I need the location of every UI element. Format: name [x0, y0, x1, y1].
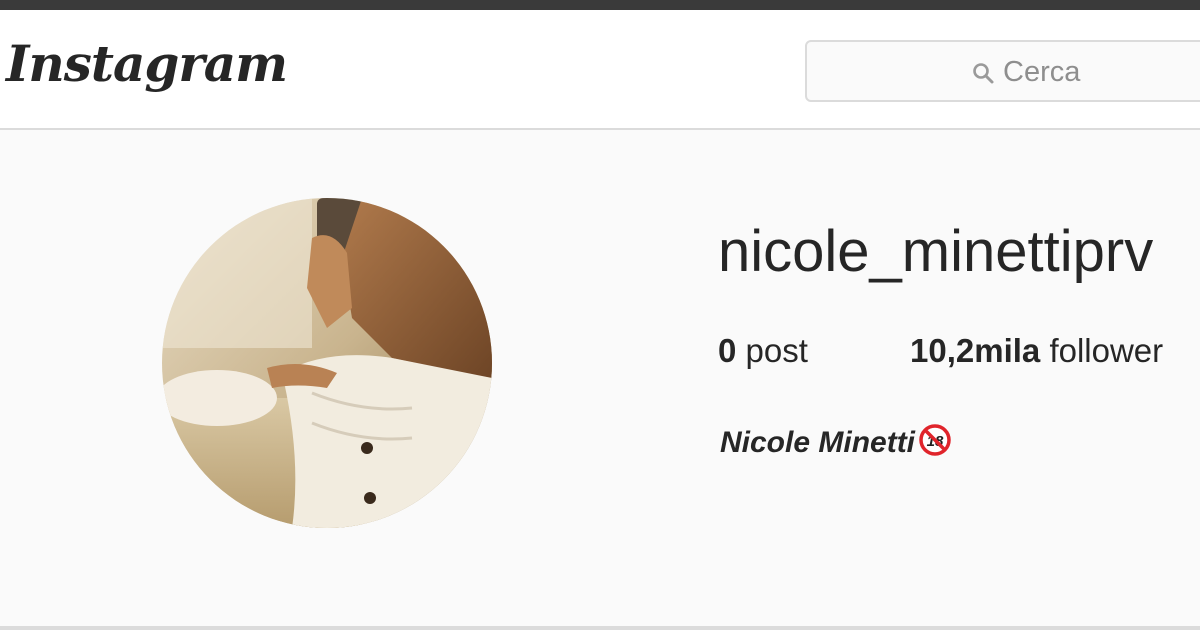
posts-stat: 0 post: [718, 332, 808, 370]
search-input[interactable]: [1003, 54, 1200, 90]
followers-label: follower: [1049, 332, 1164, 369]
profile-section: nicole_minettiprv 0 post 10,2mila follow…: [0, 132, 1200, 626]
instagram-logo[interactable]: Instagram: [6, 34, 288, 93]
avatar-photo: [162, 198, 492, 528]
followers-stat[interactable]: 10,2mila follower: [910, 332, 1163, 370]
profile-full-name: Nicole Minetti 18: [720, 424, 951, 460]
profile-username: nicole_minettiprv: [718, 219, 1154, 284]
profile-avatar[interactable]: [162, 198, 492, 528]
posts-count: 0: [718, 332, 737, 369]
top-navigation-bar: Instagram: [0, 10, 1200, 130]
browser-top-strip: [0, 0, 1200, 10]
followers-count: 10,2mila: [910, 332, 1041, 369]
search-icon: [971, 61, 995, 85]
full-name-text: Nicole Minetti: [720, 426, 916, 459]
section-divider: [0, 626, 1200, 630]
posts-label: post: [745, 332, 808, 369]
no-under-18-icon: 18: [919, 424, 951, 456]
search-box[interactable]: [805, 40, 1200, 102]
